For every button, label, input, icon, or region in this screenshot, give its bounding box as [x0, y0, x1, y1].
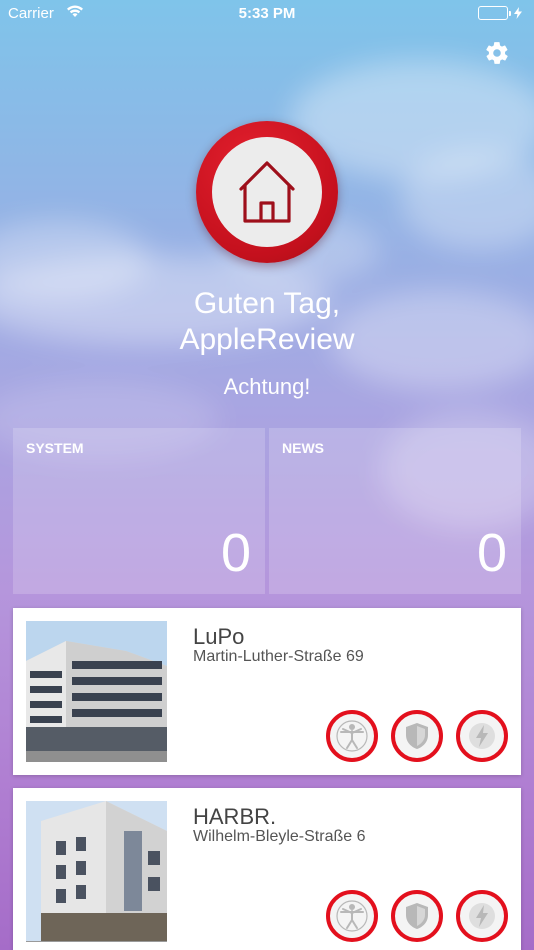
building-name: HARBR. [193, 804, 277, 829]
alert-status: Achtung! [223, 374, 311, 399]
clock: 5:33 PM [238, 5, 296, 22]
building-photo [26, 801, 167, 942]
lightning-icon [469, 723, 495, 749]
building-card[interactable]: HARBR. Wilhelm-Bleyle-Straße 6 [13, 788, 521, 950]
tile-count: 0 [220, 523, 251, 583]
power-status-button[interactable] [456, 710, 508, 762]
security-status-button[interactable] [391, 890, 443, 942]
shield-icon [406, 723, 428, 749]
settings-button[interactable] [484, 40, 510, 66]
charging-icon [514, 7, 522, 19]
app-logo [196, 121, 338, 263]
lightning-icon [469, 903, 495, 929]
house-icon [239, 161, 295, 223]
status-bar: Carrier 5:33 PM [0, 0, 534, 28]
news-tile[interactable]: NEWS 0 [269, 428, 521, 594]
building-address: Martin-Luther-Straße 69 [193, 648, 364, 665]
building-address: Wilhelm-Bleyle-Straße 6 [193, 828, 366, 845]
greeting: Guten Tag, AppleReview [0, 286, 534, 358]
person-icon [336, 720, 368, 752]
person-status-button[interactable] [326, 890, 378, 942]
shield-icon [406, 903, 428, 929]
person-icon [336, 900, 368, 932]
status-icons [326, 710, 508, 762]
tile-label: NEWS [282, 440, 324, 456]
greeting-line: Guten Tag, [193, 287, 341, 320]
building-card[interactable]: LuPo Martin-Luther-Straße 69 [13, 608, 521, 775]
status-icons [326, 890, 508, 942]
building-photo [26, 621, 167, 762]
power-status-button[interactable] [456, 890, 508, 942]
battery-icon [478, 6, 522, 20]
gear-icon [486, 42, 508, 64]
person-status-button[interactable] [326, 710, 378, 762]
tile-count: 0 [476, 523, 507, 583]
security-status-button[interactable] [391, 710, 443, 762]
building-name: LuPo [193, 624, 245, 649]
system-tile[interactable]: SYSTEM 0 [13, 428, 265, 594]
user-name: AppleReview [179, 323, 355, 356]
tile-label: SYSTEM [26, 440, 84, 456]
